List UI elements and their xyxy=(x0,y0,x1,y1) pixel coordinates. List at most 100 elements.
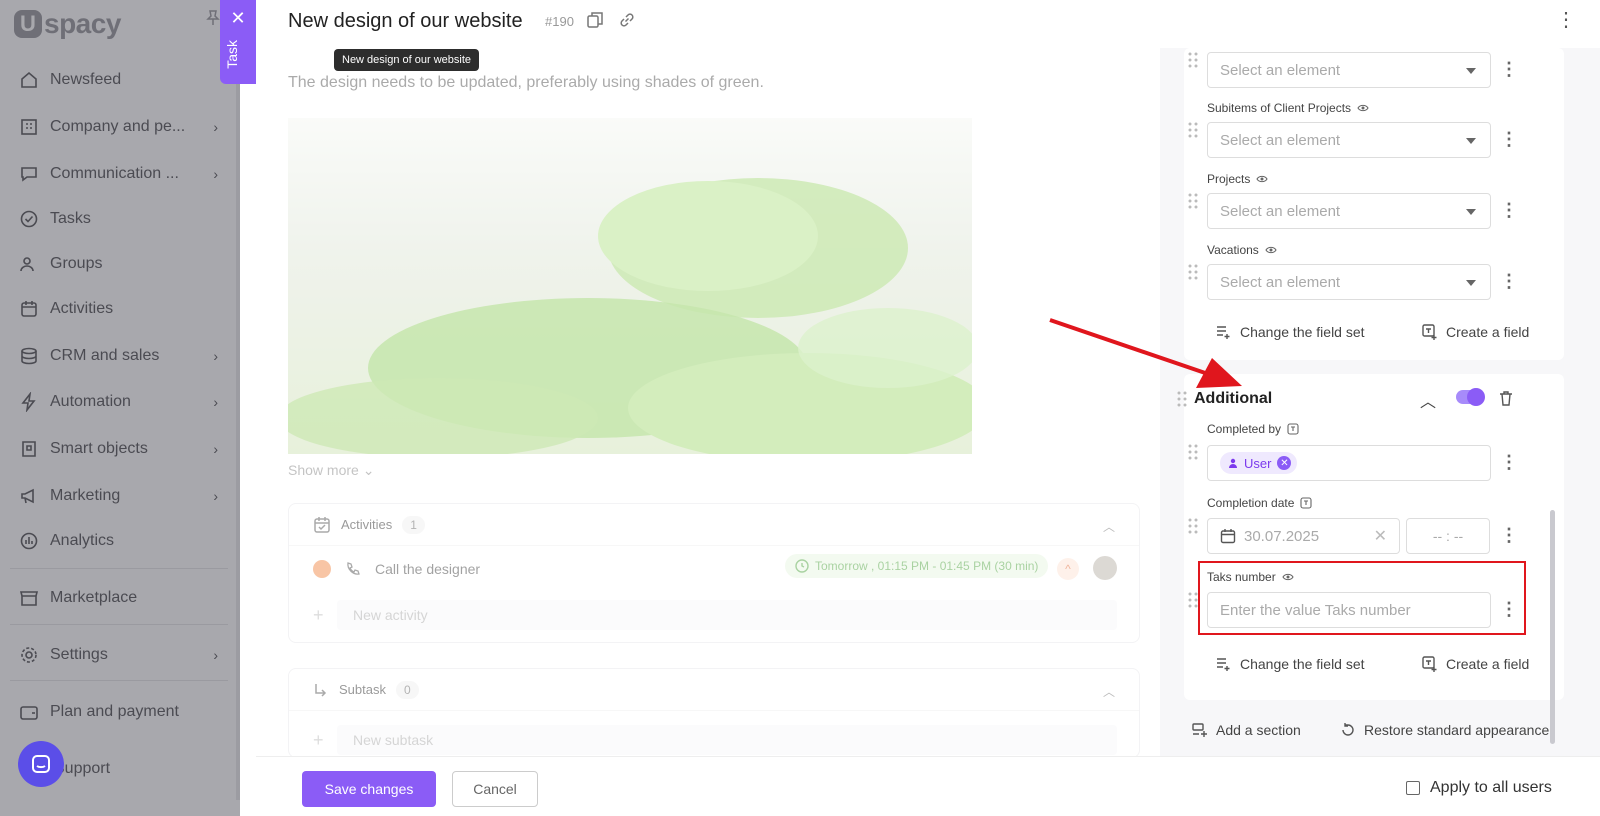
task-tab[interactable]: ✕ Task xyxy=(220,0,256,84)
field-menu-icon[interactable]: ⋮ xyxy=(1500,526,1518,544)
field-label-text: Subitems of Client Projects xyxy=(1207,101,1352,115)
sidebar-item-groups[interactable]: Groups xyxy=(18,248,218,280)
select-placeholder: Select an element xyxy=(1220,202,1341,220)
support-chat-button[interactable] xyxy=(18,741,64,787)
store-icon xyxy=(18,587,40,609)
field-menu-icon[interactable]: ⋮ xyxy=(1500,60,1518,78)
sidebar-item-settings[interactable]: Settings › xyxy=(18,639,218,671)
sidebar-item-smart-objects[interactable]: Smart objects › xyxy=(18,433,218,465)
sidebar-item-marketing[interactable]: Marketing › xyxy=(18,480,218,512)
sidebar: U spacy Newsfeed Company and pe... › Com… xyxy=(0,0,240,816)
chevron-up-icon[interactable]: ︿ xyxy=(1420,388,1436,412)
section-toggle[interactable] xyxy=(1456,388,1485,406)
show-more-link[interactable]: Show more ⌄ xyxy=(288,462,374,479)
chevron-up-icon[interactable]: ︿ xyxy=(1103,518,1115,535)
checkbox-box[interactable] xyxy=(1406,781,1420,795)
sidebar-item-analytics[interactable]: Analytics xyxy=(18,525,218,557)
drag-handle-icon[interactable] xyxy=(1188,122,1198,138)
field-info-icon[interactable] xyxy=(1287,423,1299,435)
sidebar-item-label: Automation xyxy=(50,393,131,410)
eye-icon[interactable] xyxy=(1357,102,1369,114)
subtask-header[interactable]: Subtask 0 xyxy=(289,669,1139,711)
task-description: The design needs to be updated, preferab… xyxy=(288,74,764,91)
save-changes-button[interactable]: Save changes xyxy=(302,771,436,807)
sidebar-item-crm[interactable]: CRM and sales › xyxy=(18,340,218,372)
change-field-set-button[interactable]: Change the field set xyxy=(1216,656,1365,672)
sidebar-item-plan[interactable]: Plan and payment xyxy=(18,696,218,728)
sidebar-item-automation[interactable]: Automation › xyxy=(18,386,218,418)
drag-handle-icon[interactable] xyxy=(1188,444,1198,460)
sidebar-item-marketplace[interactable]: Marketplace xyxy=(18,582,218,614)
user-chip[interactable]: User ✕ xyxy=(1220,452,1298,474)
page-title[interactable]: New design of our website xyxy=(288,10,523,33)
pin-icon[interactable] xyxy=(206,10,220,31)
close-icon[interactable]: ✕ xyxy=(220,8,256,29)
chevron-up-icon[interactable]: ︿ xyxy=(1103,683,1115,700)
select-vacations[interactable]: Select an element xyxy=(1207,264,1491,300)
copy-icon[interactable] xyxy=(586,11,604,29)
show-more-label: Show more xyxy=(288,462,359,478)
apply-to-all-checkbox[interactable]: Apply to all users xyxy=(1406,779,1552,797)
field-menu-icon[interactable]: ⋮ xyxy=(1500,201,1518,219)
add-section-button[interactable]: Add a section xyxy=(1192,722,1301,738)
new-subtask-input[interactable]: + New subtask xyxy=(313,725,1117,755)
priority-icon[interactable]: ^ xyxy=(1057,558,1079,580)
title-tooltip: New design of our website xyxy=(334,49,480,71)
field-label: Projects xyxy=(1207,172,1268,186)
sidebar-item-tasks[interactable]: Tasks xyxy=(18,203,218,235)
restore-appearance-button[interactable]: Restore standard appearance xyxy=(1340,722,1549,738)
check-icon xyxy=(18,208,40,230)
sidebar-item-newsfeed[interactable]: Newsfeed xyxy=(18,64,218,96)
activity-row[interactable]: Call the designer xyxy=(313,560,480,578)
select-projects[interactable]: Select an element xyxy=(1207,193,1491,229)
drag-handle-icon[interactable] xyxy=(1188,264,1198,280)
completion-date-input[interactable]: 30.07.2025 ✕ xyxy=(1207,518,1400,554)
sidebar-item-label: Activities xyxy=(50,300,114,317)
select-subitems-client-projects[interactable]: Select an element xyxy=(1207,122,1491,158)
eye-icon[interactable] xyxy=(1256,173,1268,185)
select-field-1[interactable]: Select an element xyxy=(1207,52,1491,88)
sidebar-item-label: Groups xyxy=(50,255,103,272)
sidebar-item-communication[interactable]: Communication ... › xyxy=(18,158,218,190)
activities-header[interactable]: Activities 1 xyxy=(289,504,1139,546)
sidebar-item-label: Newsfeed xyxy=(50,71,122,88)
create-field-button[interactable]: Create a field xyxy=(1422,656,1529,672)
eye-icon[interactable] xyxy=(1265,244,1277,256)
sidebar-item-label: Marketplace xyxy=(50,589,138,606)
sidebar-item-label: Marketing xyxy=(50,487,121,504)
new-activity-input[interactable]: + New activity xyxy=(313,600,1117,630)
completion-time-input[interactable]: -- : -- xyxy=(1406,518,1490,554)
sidebar-item-company[interactable]: Company and pe... › xyxy=(18,111,218,143)
sidebar-item-activities[interactable]: Activities xyxy=(18,293,218,325)
panel-scrollbar[interactable] xyxy=(1550,510,1555,744)
field-info-icon[interactable] xyxy=(1300,497,1312,509)
drag-handle-icon[interactable] xyxy=(1177,391,1187,407)
logo[interactable]: U spacy xyxy=(14,4,121,44)
drag-handle-icon[interactable] xyxy=(1188,518,1198,534)
drag-handle-icon[interactable] xyxy=(1188,193,1198,209)
field-menu-icon[interactable]: ⋮ xyxy=(1500,272,1518,290)
calendar-icon xyxy=(18,298,40,320)
change-field-set-button[interactable]: Change the field set xyxy=(1216,324,1365,340)
home-icon xyxy=(18,69,40,91)
create-field-button[interactable]: Create a field xyxy=(1422,324,1529,340)
activity-time-badge[interactable]: Tomorrow , 01:15 PM - 01:45 PM (30 min) xyxy=(785,554,1049,578)
activities-card: Activities 1 ︿ Call the designer Tomorro… xyxy=(288,503,1140,643)
trash-icon[interactable] xyxy=(1498,390,1514,406)
remove-chip-icon[interactable]: ✕ xyxy=(1277,456,1292,470)
chevron-right-icon: › xyxy=(213,348,218,364)
drag-handle-icon[interactable] xyxy=(1188,52,1198,68)
field-menu-icon[interactable]: ⋮ xyxy=(1500,453,1518,471)
section-title[interactable]: Additional xyxy=(1194,390,1272,408)
more-options-icon[interactable]: ⋮ xyxy=(1556,10,1576,30)
select-placeholder: Select an element xyxy=(1220,131,1341,149)
clear-icon[interactable]: ✕ xyxy=(1374,526,1387,546)
time-placeholder: -- : -- xyxy=(1432,528,1464,544)
drag-handle-icon[interactable] xyxy=(1188,592,1198,608)
avatar[interactable] xyxy=(1093,556,1117,580)
sidebar-scrollbar[interactable] xyxy=(236,40,240,800)
field-menu-icon[interactable]: ⋮ xyxy=(1500,130,1518,148)
link-icon[interactable] xyxy=(618,11,636,29)
completion-date-value: 30.07.2025 xyxy=(1244,527,1320,545)
cancel-button[interactable]: Cancel xyxy=(452,771,538,807)
